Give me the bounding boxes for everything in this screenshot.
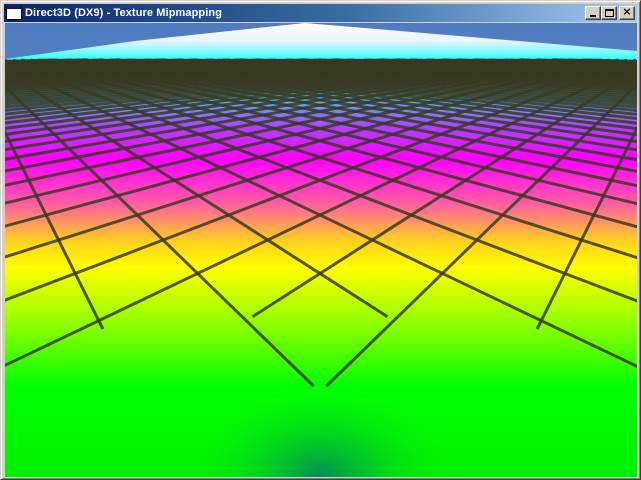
maximize-icon bbox=[605, 9, 614, 17]
window-icon[interactable] bbox=[6, 6, 22, 20]
window-title: Direct3D (DX9) - Texture Mipmapping bbox=[25, 7, 223, 19]
minimize-icon bbox=[590, 15, 596, 17]
close-button[interactable]: × bbox=[619, 5, 635, 20]
minimize-button[interactable] bbox=[585, 6, 601, 20]
title-bar[interactable]: Direct3D (DX9) - Texture Mipmapping × bbox=[4, 4, 637, 22]
maximize-button[interactable] bbox=[601, 6, 617, 20]
render-viewport[interactable] bbox=[5, 23, 637, 477]
textured-plane-render bbox=[5, 23, 637, 477]
window-controls: × bbox=[585, 5, 635, 20]
close-icon: × bbox=[622, 5, 632, 18]
application-window: Direct3D (DX9) - Texture Mipmapping × bbox=[0, 0, 641, 480]
